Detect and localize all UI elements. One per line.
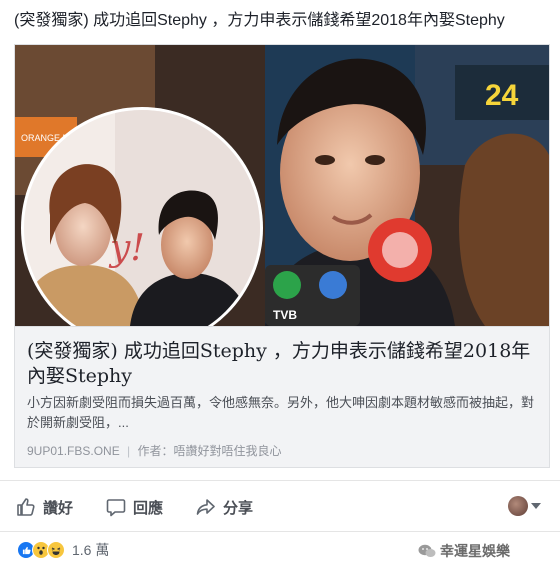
share-label: 分享 [223,499,254,517]
link-info[interactable]: (突發獨家) 成功追回Stephy ，方力申表示儲錢希望2018年內娶Steph… [15,326,549,467]
wechat-icon [418,544,436,557]
meta-separator: | [127,444,131,458]
comment-label: 回應 [133,499,164,517]
share-button[interactable]: 分享 [196,495,253,519]
link-meta: 9UP01.FBS.ONE | 作者：唔讚好對唔住我良心 [27,443,282,459]
post-title: (突發獨家) 成功追回Stephy ，方力申表示儲錢希望2018年內娶Steph… [14,12,505,29]
thumbs-up-icon [17,498,35,516]
post-actions-bar: 讚好 回應 分享 [0,480,560,532]
backdrop-number-text: 24 [485,79,519,112]
avatar [508,496,528,516]
reactions-summary[interactable]: 1.6 萬 [17,540,109,560]
like-button[interactable]: 讚好 [16,495,73,519]
profile-selector[interactable] [508,496,541,516]
link-author: 作者：唔讚好對唔住我良心 [137,444,282,458]
watermark-text: 幸運星娛樂 [440,543,510,559]
comment-icon [106,499,126,517]
link-preview-card[interactable]: ORANGE NEWS 24 TVB y! (突發獨家) 成功追回Stephy … [14,44,550,468]
preview-photo-art: ORANGE NEWS 24 TVB y! [15,45,549,326]
link-description: 小方因新劇受阻而損失過百萬，令他感無奈。另外，他大呻因劇本題材敏感而被抽起，對於… [27,395,535,430]
chevron-down-icon [531,503,541,509]
comment-button[interactable]: 回應 [106,495,163,519]
preview-image[interactable]: ORANGE NEWS 24 TVB y! [15,45,549,326]
share-arrow-icon [196,499,215,515]
like-label: 讚好 [43,499,74,517]
watermark: 幸運星娛樂 [418,541,510,561]
mic-logo-text: TVB [273,308,297,322]
link-title[interactable]: (突發獨家) 成功追回Stephy ，方力申表示儲錢希望2018年內娶Steph… [27,339,537,389]
reaction-count: 1.6 萬 [72,542,110,558]
link-domain: 9UP01.FBS.ONE [27,444,120,458]
haha-reaction-icon [47,541,65,559]
